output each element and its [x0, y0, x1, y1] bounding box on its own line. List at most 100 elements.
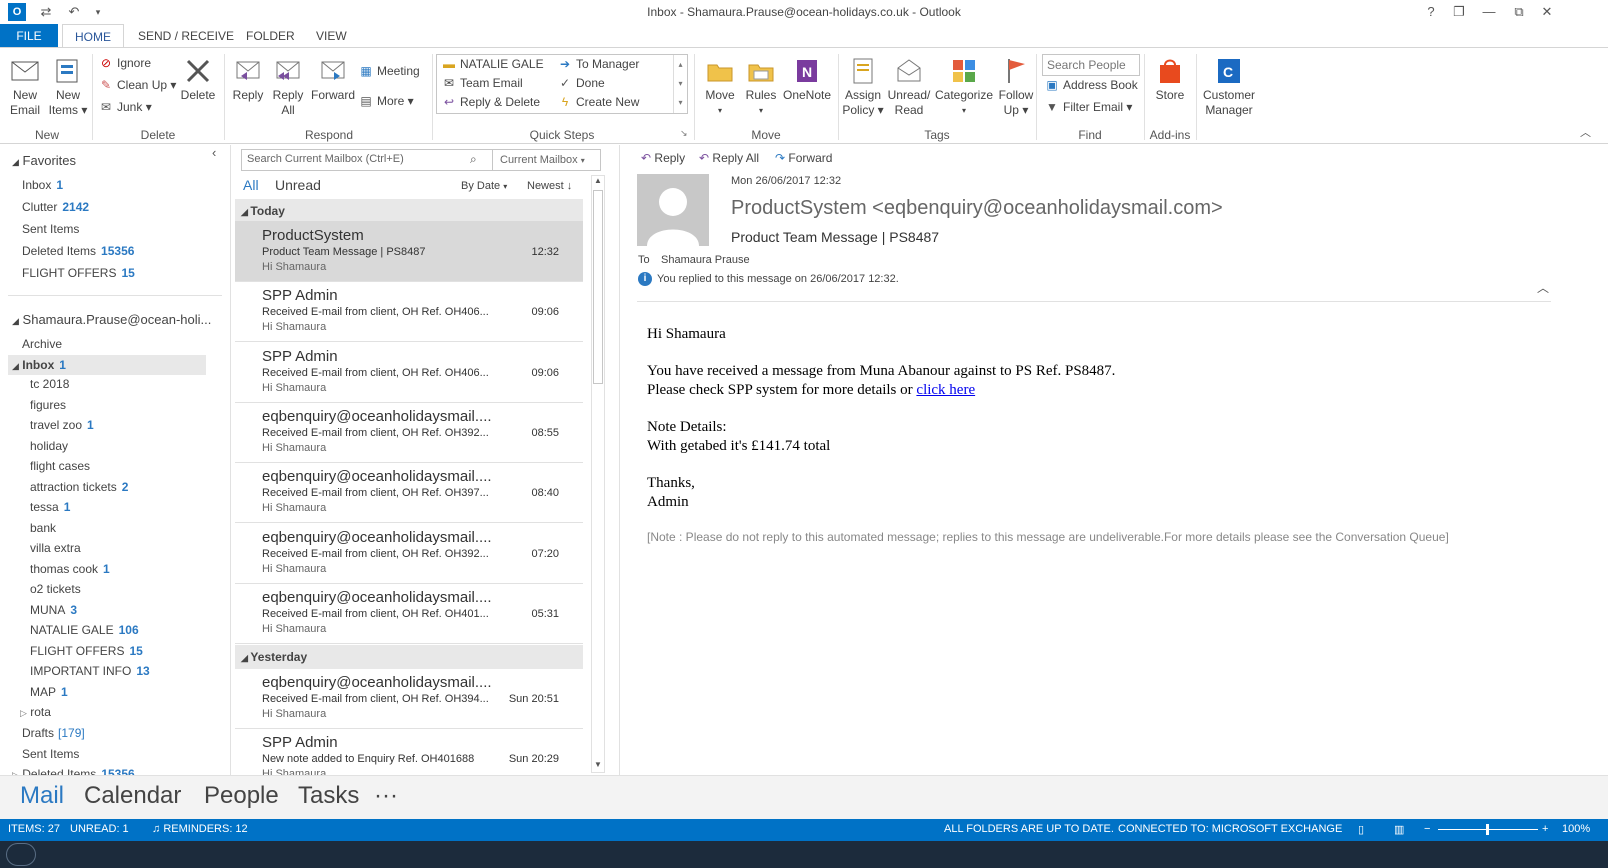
categorize-button[interactable]: Categorize ▾: [932, 56, 996, 118]
reading-reply-all-button[interactable]: ↶ Reply All: [699, 151, 759, 165]
message-row[interactable]: SPP Admin Received E-mail from client, OH…: [235, 342, 583, 403]
reminders-button[interactable]: ♫ REMINDERS: 12: [152, 823, 248, 835]
message-row[interactable]: SPP Admin Received E-mail from client, OH…: [235, 281, 583, 342]
store-button[interactable]: Store: [1150, 56, 1190, 103]
folder-flight-offers[interactable]: FLIGHT OFFERS 15: [30, 641, 143, 661]
collapse-ribbon-icon[interactable]: ︿: [1580, 124, 1591, 140]
folder-travel-zoo[interactable]: travel zoo 1: [30, 415, 94, 435]
message-row[interactable]: eqbenquiry@oceanholidaysmail.... Received…: [235, 462, 583, 523]
folder-archive[interactable]: Archive: [22, 334, 62, 354]
delete-button[interactable]: Delete: [178, 56, 218, 103]
folder-tc-2018[interactable]: tc 2018: [30, 374, 69, 394]
search-scope-dropdown[interactable]: Current Mailbox ▾: [492, 150, 600, 170]
onenote-button[interactable]: N OneNote: [782, 56, 832, 103]
message-row[interactable]: eqbenquiry@oceanholidaysmail.... Received…: [235, 583, 583, 644]
folder-favorite-sent-items[interactable]: Sent Items: [22, 219, 79, 239]
message-row[interactable]: eqbenquiry@oceanholidaysmail.... Received…: [235, 668, 583, 729]
quick-step-to-manager[interactable]: ➔ To Manager: [557, 55, 639, 74]
folder-bank[interactable]: bank: [30, 518, 56, 538]
collapse-folder-pane-icon[interactable]: ‹: [212, 145, 216, 160]
account-header[interactable]: ◢ Shamaura.Prause@ocean-holi...: [12, 312, 211, 327]
nav-tasks[interactable]: Tasks: [298, 782, 359, 810]
filter-all[interactable]: All: [243, 177, 259, 193]
tab-send-receive[interactable]: SEND / RECEIVE: [126, 24, 246, 48]
folder-villa-extra[interactable]: villa extra: [30, 538, 81, 558]
folder-rota[interactable]: ▷ rota: [20, 702, 51, 722]
nav-more-icon[interactable]: ···: [374, 782, 398, 810]
group-header-yesterday[interactable]: ◢ Yesterday: [235, 645, 583, 669]
message-sender[interactable]: ProductSystem <eqbenquiry@oceanholidaysm…: [731, 197, 1223, 220]
sort-order-toggle[interactable]: Newest ↓: [527, 180, 572, 192]
nav-mail[interactable]: Mail: [20, 782, 64, 810]
zoom-level[interactable]: 100%: [1562, 823, 1590, 835]
search-mailbox-input[interactable]: Search Current Mailbox (Ctrl+E): [247, 153, 404, 165]
rules-button[interactable]: Rules ▾: [742, 56, 780, 118]
tab-view[interactable]: VIEW: [304, 24, 359, 48]
folder-favorite-deleted-items[interactable]: Deleted Items 15356: [22, 241, 134, 261]
quick-step-natalie-gale[interactable]: ▬ NATALIE GALE: [441, 55, 544, 74]
help-button[interactable]: ?: [1418, 2, 1444, 22]
reply-button[interactable]: Reply: [228, 56, 268, 103]
zoom-slider-thumb[interactable]: [1486, 824, 1489, 835]
zoom-in-button[interactable]: +: [1542, 823, 1548, 835]
click-here-link[interactable]: click here: [916, 382, 975, 398]
folder-holiday[interactable]: holiday: [30, 436, 68, 456]
folder-drafts[interactable]: Drafts [179]: [22, 723, 85, 743]
more-respond-button[interactable]: ▤ More ▾: [358, 92, 413, 111]
follow-up-button[interactable]: Follow Up ▾: [996, 56, 1036, 118]
customer-manager-button[interactable]: C Customer Manager: [1200, 56, 1258, 118]
filter-email-button[interactable]: ▼ Filter Email ▾: [1044, 98, 1132, 117]
folder-favorite-flight-offers[interactable]: FLIGHT OFFERS 15: [22, 263, 135, 283]
scroll-up-arrow-icon[interactable]: ▲: [592, 176, 604, 188]
search-icon[interactable]: ⌕: [470, 152, 477, 167]
clean-up-button[interactable]: ✎ Clean Up ▾: [98, 76, 176, 95]
quick-step-reply-delete[interactable]: ↩ Reply & Delete: [441, 93, 540, 112]
folder-favorite-clutter[interactable]: Clutter 2142: [22, 197, 89, 217]
sort-by-dropdown[interactable]: By Date ▾: [461, 180, 507, 192]
tab-folder[interactable]: FOLDER: [234, 24, 307, 48]
group-header-today[interactable]: ◢ Today: [235, 199, 583, 223]
nav-calendar[interactable]: Calendar: [84, 782, 181, 810]
reading-reply-button[interactable]: ↶ Reply: [641, 151, 685, 165]
reading-forward-button[interactable]: ↷ Forward: [775, 151, 832, 165]
folder-attraction-tickets[interactable]: attraction tickets 2: [30, 477, 128, 497]
collapse-header-icon[interactable]: ︿: [1537, 279, 1549, 296]
reading-view-icon[interactable]: ▥: [1394, 823, 1404, 836]
quick-step-done[interactable]: ✓ Done: [557, 74, 605, 93]
normal-view-icon[interactable]: ▯: [1358, 823, 1364, 836]
close-button[interactable]: ✕: [1534, 2, 1560, 22]
start-button-icon[interactable]: [6, 843, 36, 866]
message-row[interactable]: eqbenquiry@oceanholidaysmail.... Received…: [235, 523, 583, 584]
folder-map[interactable]: MAP 1: [30, 682, 68, 702]
ribbon-display-options-button[interactable]: ❐: [1446, 2, 1472, 22]
scroll-down-arrow-icon[interactable]: ▼: [592, 760, 604, 772]
dialog-launcher-icon[interactable]: ↘: [680, 128, 688, 139]
assign-policy-button[interactable]: Assign Policy ▾: [842, 56, 884, 118]
zoom-out-button[interactable]: −: [1424, 823, 1430, 835]
folder-o2-tickets[interactable]: o2 tickets: [30, 579, 81, 599]
address-book-button[interactable]: ▣ Address Book: [1044, 76, 1137, 95]
folder-thomas-cook[interactable]: thomas cook 1: [30, 559, 110, 579]
scroll-thumb[interactable]: [593, 190, 603, 384]
nav-people[interactable]: People: [204, 782, 279, 810]
folder-important-info[interactable]: IMPORTANT INFO 13: [30, 661, 150, 681]
message-row[interactable]: eqbenquiry@oceanholidaysmail.... Received…: [235, 402, 583, 463]
folder-natalie-gale[interactable]: NATALIE GALE 106: [30, 620, 139, 640]
new-items-button[interactable]: New Items ▾: [48, 56, 88, 118]
tab-home[interactable]: HOME: [62, 24, 124, 48]
reply-all-button[interactable]: Reply All: [268, 56, 308, 118]
junk-button[interactable]: ✉ Junk ▾: [98, 98, 152, 117]
unread-read-button[interactable]: Unread/ Read: [886, 56, 932, 118]
meeting-button[interactable]: ▦ Meeting: [358, 62, 419, 81]
folder-tessa[interactable]: tessa 1: [30, 497, 70, 517]
folder-muna[interactable]: MUNA 3: [30, 600, 77, 620]
minimize-button[interactable]: —: [1476, 2, 1502, 22]
forward-button[interactable]: Forward: [310, 56, 356, 103]
move-button[interactable]: Move ▾: [700, 56, 740, 118]
search-people-input[interactable]: Search People: [1042, 54, 1140, 76]
ignore-button[interactable]: ⊘ Ignore: [98, 54, 151, 73]
quick-step-team-email[interactable]: ✉ Team Email: [441, 74, 523, 93]
quick-steps-scroll[interactable]: ▴ ▾ ▾: [673, 55, 687, 113]
favorites-header[interactable]: ◢ Favorites: [12, 153, 76, 168]
quick-step-create-new[interactable]: ϟ Create New: [557, 93, 640, 112]
